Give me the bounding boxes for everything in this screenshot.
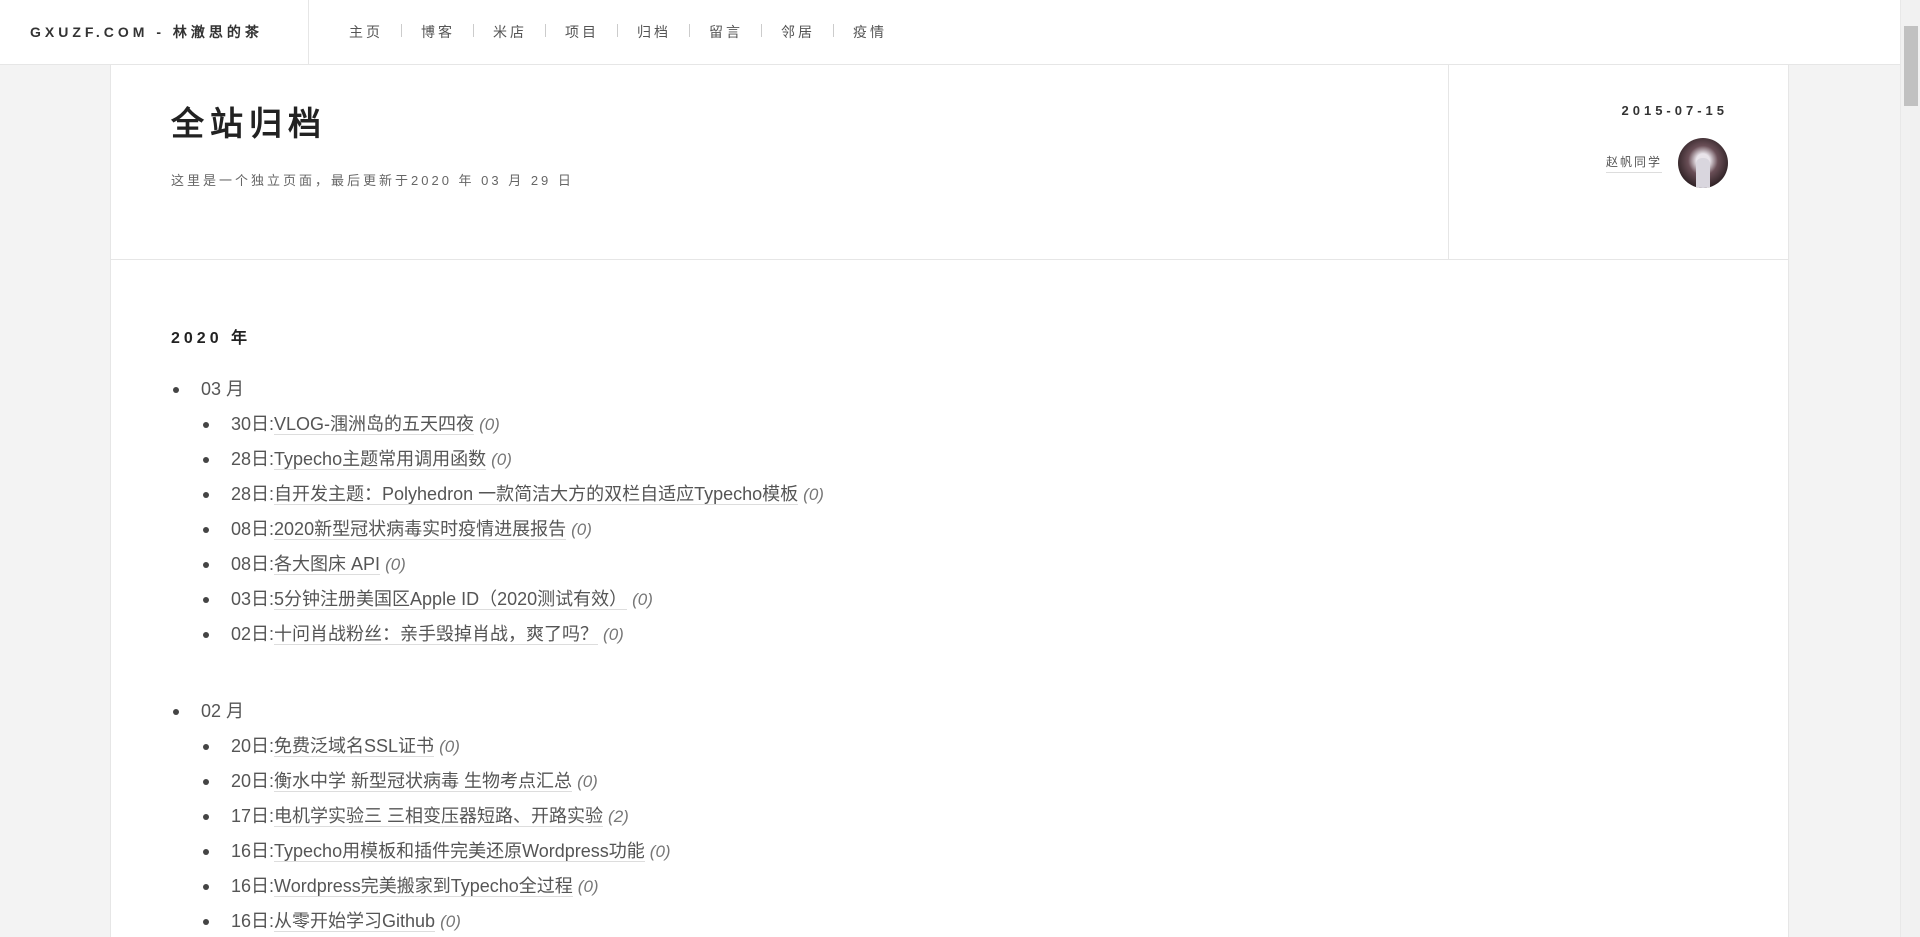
comment-count: (0) [632,590,653,609]
post-item: 02日:十问肖战粉丝：亲手毁掉肖战，爽了吗？ (0) [171,617,1788,652]
main-nav: 主页 博客 米店 项目 归档 留言 邻居 疫情 [309,22,905,42]
post-day: 30日: [231,414,275,434]
page-header-main: 全站归档 这里是一个独立页面，最后更新于2020 年 03 月 29 日 [111,65,1448,259]
post-day: 02日: [231,624,275,644]
post-day: 17日: [231,806,275,826]
page-header: 全站归档 这里是一个独立页面，最后更新于2020 年 03 月 29 日 201… [111,65,1788,260]
post-day: 08日: [231,554,275,574]
month-label: 03 月 [171,372,1788,407]
comment-count: (0) [803,485,824,504]
month-label: 02 月 [171,694,1788,729]
comment-count: (0) [577,877,599,896]
comment-count: (0) [439,737,460,756]
nav-item-epidemic[interactable]: 疫情 [833,22,905,42]
content-card: 全站归档 这里是一个独立页面，最后更新于2020 年 03 月 29 日 201… [110,65,1789,937]
post-link[interactable]: 自开发主题：Polyhedron 一款简洁大方的双栏自适应Typecho模板 [274,484,799,505]
author-info: 赵帆同学 [1449,138,1728,188]
post-item: 20日:衡水中学 新型冠状病毒 生物考点汇总 (0) [171,764,1788,799]
post-item: 08日:2020新型冠状病毒实时疫情进展报告 (0) [171,512,1788,547]
top-bar: GXUZF.COM - 林澈思的茶 主页 博客 米店 项目 归档 留言 邻居 疫… [0,0,1900,65]
vertical-scrollbar[interactable] [1900,0,1920,937]
nav-item-archive[interactable]: 归档 [617,22,689,42]
post-day: 08日: [231,519,275,539]
post-day: 28日: [231,449,275,469]
archive-list: 2020 年 03 月 30日:VLOG-涠洲岛的五天四夜 (0) 28日:Ty… [111,260,1788,937]
post-item: 17日:电机学实验三 三相变压器短路、开路实验 (2) [171,799,1788,834]
post-link[interactable]: 5分钟注册美国区Apple ID（2020测试有效） [274,589,628,610]
post-item: 03日:5分钟注册美国区Apple ID（2020测试有效） (0) [171,582,1788,617]
post-link[interactable]: Typecho主题常用调用函数 [274,449,487,470]
avatar[interactable] [1678,138,1728,188]
comment-count: (0) [649,842,671,861]
scrollbar-thumb[interactable] [1904,26,1918,106]
nav-item-guestbook[interactable]: 留言 [689,22,761,42]
comment-count: (0) [440,912,461,931]
site-title[interactable]: GXUZF.COM - 林澈思的茶 [0,0,309,65]
nav-item-home[interactable]: 主页 [339,22,401,42]
comment-count: (0) [385,555,406,574]
post-day: 20日: [231,736,275,756]
nav-item-shop[interactable]: 米店 [473,22,545,42]
post-link[interactable]: 电机学实验三 三相变压器短路、开路实验 [274,806,604,827]
comment-count: (0) [571,520,592,539]
post-link[interactable]: Wordpress完美搬家到Typecho全过程 [274,876,573,897]
post-day: 16日: [231,876,275,896]
post-link[interactable]: 免费泛域名SSL证书 [274,736,435,757]
post-item: 28日:自开发主题：Polyhedron 一款简洁大方的双栏自适应Typecho… [171,477,1788,512]
post-link[interactable]: 从零开始学习Github [274,911,436,932]
post-link[interactable]: 2020新型冠状病毒实时疫情进展报告 [274,519,567,540]
post-link[interactable]: 各大图床 API [274,554,381,575]
post-day: 28日: [231,484,275,504]
post-day: 20日: [231,771,275,791]
page-description: 这里是一个独立页面，最后更新于2020 年 03 月 29 日 [171,173,574,188]
post-item: 16日:Wordpress完美搬家到Typecho全过程 (0) [171,869,1788,904]
publish-date: 2015-07-15 [1621,103,1728,118]
post-list: 30日:VLOG-涠洲岛的五天四夜 (0) 28日:Typecho主题常用调用函… [171,407,1788,652]
comment-count: (0) [603,625,624,644]
post-list: 20日:免费泛域名SSL证书 (0) 20日:衡水中学 新型冠状病毒 生物考点汇… [171,729,1788,937]
post-link[interactable]: 十问肖战粉丝：亲手毁掉肖战，爽了吗？ [274,624,599,645]
author-name-link[interactable]: 赵帆同学 [1605,153,1662,173]
nav-item-friends[interactable]: 邻居 [761,22,833,42]
post-link[interactable]: VLOG-涠洲岛的五天四夜 [274,414,475,435]
nav-item-projects[interactable]: 项目 [545,22,617,42]
post-day: 16日: [231,911,275,931]
post-item: 20日:免费泛域名SSL证书 (0) [171,729,1788,764]
comment-count: (0) [479,415,500,434]
post-item: 28日:Typecho主题常用调用函数 (0) [171,442,1788,477]
post-item: 16日:Typecho用模板和插件完美还原Wordpress功能 (0) [171,834,1788,869]
post-item: 08日:各大图床 API (0) [171,547,1788,582]
post-day: 16日: [231,841,275,861]
page-title: 全站归档 [171,105,327,142]
nav-item-blog[interactable]: 博客 [401,22,473,42]
comment-count: (2) [608,807,629,826]
comment-count: (0) [577,772,598,791]
page-meta: 2015-07-15 赵帆同学 [1448,65,1788,259]
post-link[interactable]: Typecho用模板和插件完美还原Wordpress功能 [274,841,645,862]
post-link[interactable]: 衡水中学 新型冠状病毒 生物考点汇总 [274,771,573,792]
post-item: 30日:VLOG-涠洲岛的五天四夜 (0) [171,407,1788,442]
post-day: 03日: [231,589,275,609]
month-group: 03 月 30日:VLOG-涠洲岛的五天四夜 (0) 28日:Typecho主题… [171,372,1788,652]
year-heading: 2020 年 [171,330,252,347]
comment-count: (0) [491,450,512,469]
post-item: 16日:从零开始学习Github (0) [171,904,1788,937]
month-group: 02 月 20日:免费泛域名SSL证书 (0) 20日:衡水中学 新型冠状病毒 … [171,694,1788,937]
